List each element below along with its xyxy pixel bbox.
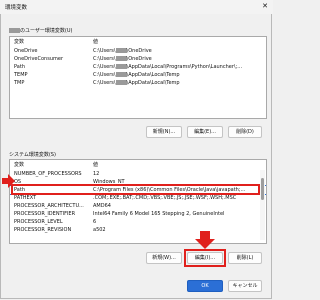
cancel-button[interactable]: キャンセル <box>228 280 262 292</box>
redacted-username <box>115 56 127 61</box>
redacted-username <box>115 48 127 53</box>
list-item[interactable]: OneDriveConsumer C:\Users\ \OneDrive <box>10 55 266 63</box>
list-item[interactable]: NUMBER_OF_PROCESSORS 12 <box>10 170 266 178</box>
list-item[interactable]: PROCESSOR_LEVEL 6 <box>10 218 266 226</box>
column-header-name[interactable]: 変数 <box>14 161 24 168</box>
redacted-username <box>115 72 127 77</box>
column-header-name[interactable]: 変数 <box>14 38 24 45</box>
title-bar: 環境変数 ✕ <box>0 0 273 14</box>
list-item[interactable]: TMP C:\Users\ \AppData\Local\Temp <box>10 79 266 87</box>
window-title: 環境変数 <box>5 5 28 11</box>
system-delete-button[interactable]: 削除(L) <box>228 252 262 264</box>
user-new-button[interactable]: 新規(N)... <box>146 126 182 138</box>
highlight-box-edit-button <box>184 249 226 267</box>
user-delete-button[interactable]: 削除(D) <box>228 126 262 138</box>
list-item[interactable]: PATHEXT .COM;.EXE;.BAT;.CMD;.VBS;.VBE;.J… <box>10 194 266 202</box>
list-item[interactable]: PROCESSOR_REVISION a502 <box>10 226 266 233</box>
ok-button[interactable]: OK <box>187 280 223 292</box>
redacted-username <box>115 64 127 69</box>
column-header-value[interactable]: 値 <box>93 161 98 168</box>
list-header: 変数 値 <box>10 37 266 45</box>
list-item[interactable]: Path C:\Users\ \AppData\Local\Programs\Py… <box>10 63 266 71</box>
list-item[interactable]: PROCESSOR_ARCHITECTU... AMD64 <box>10 202 266 210</box>
list-item[interactable]: OneDrive C:\Users\ \OneDrive <box>10 47 266 55</box>
highlight-box-path-row <box>11 184 260 195</box>
redacted-username <box>9 28 20 33</box>
list-item[interactable]: TEMP C:\Users\ \AppData\Local\Temp <box>10 71 266 79</box>
system-new-button[interactable]: 新規(W)... <box>146 252 182 264</box>
column-header-value[interactable]: 値 <box>93 38 98 45</box>
user-variables-list[interactable]: 変数 値 OneDrive C:\Users\ \OneDrive OneDriv… <box>9 36 267 119</box>
list-item[interactable]: PROCESSOR_IDENTIFIER Intel64 Family 6 Mo… <box>10 210 266 218</box>
user-edit-button[interactable]: 編集(E)... <box>187 126 223 138</box>
red-arrow-down-icon <box>195 231 215 249</box>
system-variables-label: システム環境変数(S) <box>9 152 56 158</box>
scrollbar[interactable] <box>260 170 265 240</box>
list-header: 変数 値 <box>10 160 266 168</box>
close-icon[interactable]: ✕ <box>262 2 268 10</box>
user-variables-label: のユーザー環境変数(U) <box>9 27 72 34</box>
scrollbar-thumb[interactable] <box>261 178 264 200</box>
redacted-username <box>115 80 127 85</box>
system-variables-list[interactable]: 変数 値 NUMBER_OF_PROCESSORS 12 OS Windows_… <box>9 159 267 244</box>
